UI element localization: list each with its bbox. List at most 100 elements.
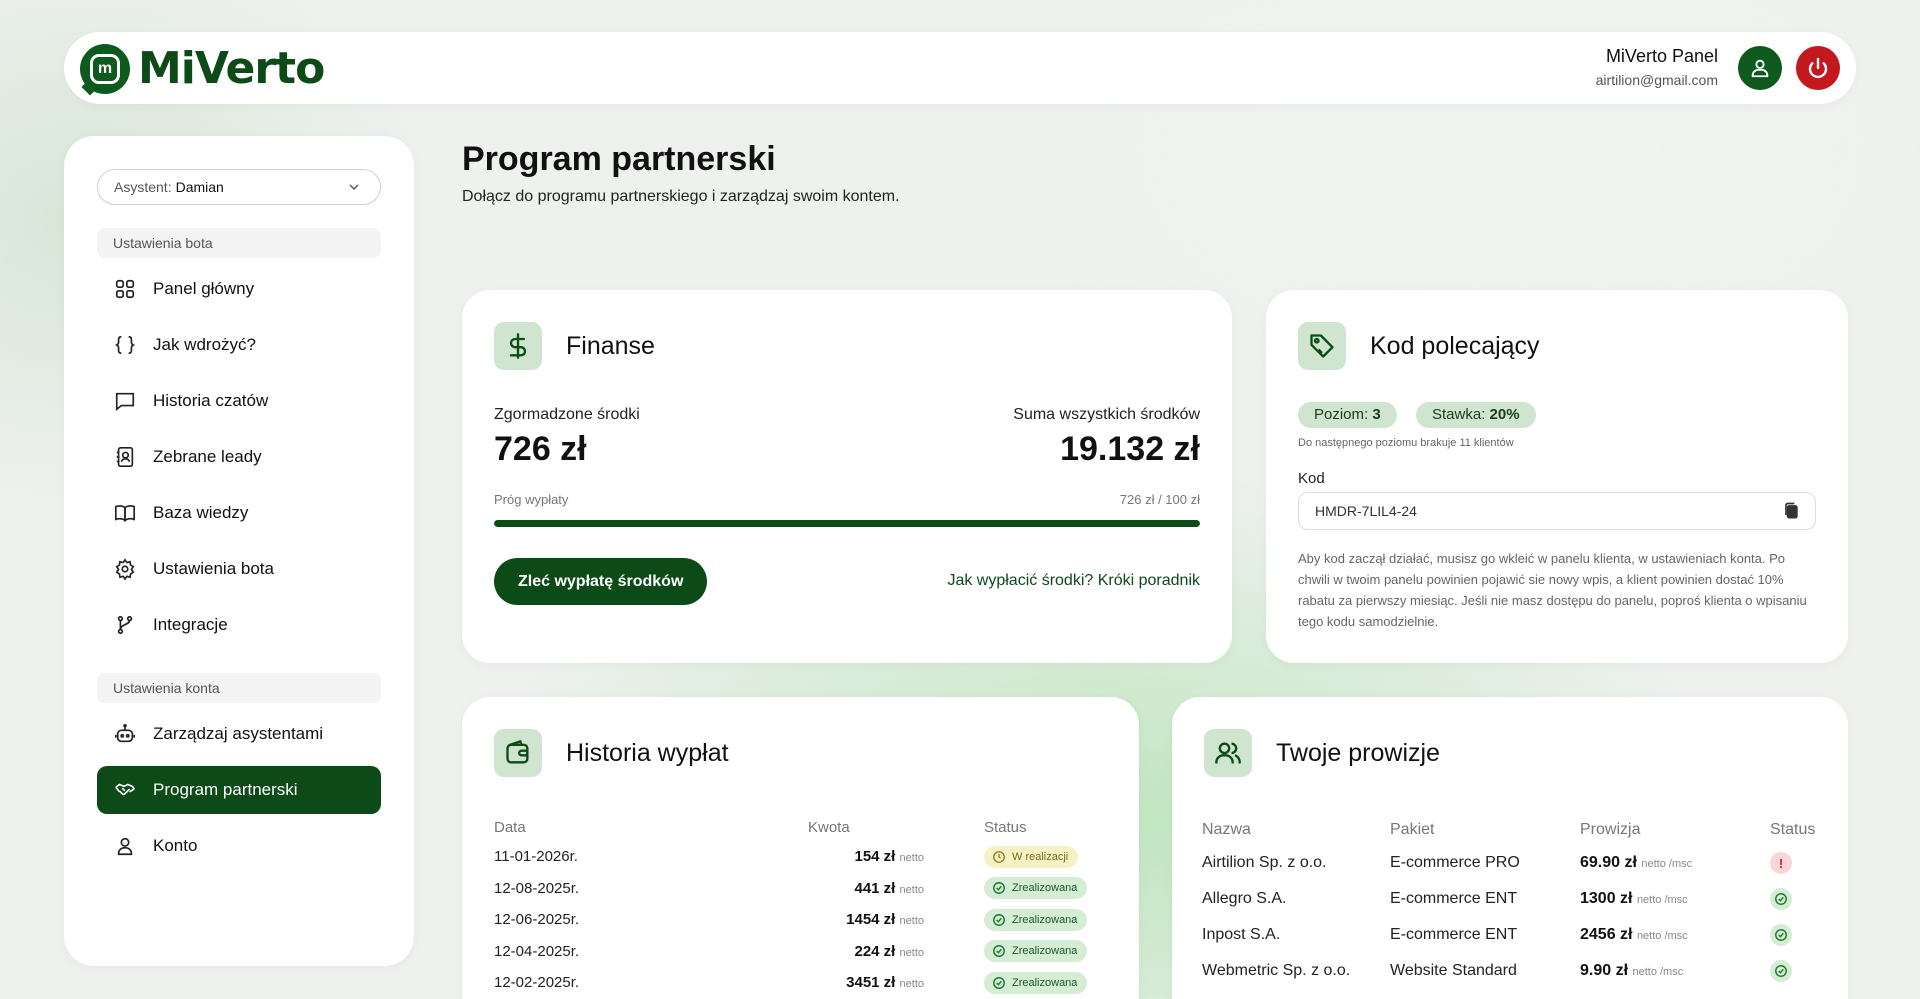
payout-amount: 441 zł netto [784, 873, 984, 905]
client-status [1770, 917, 1832, 953]
column-header: Prowizja [1580, 821, 1641, 838]
branch-icon [113, 613, 137, 637]
logout-button[interactable] [1796, 46, 1840, 90]
profile-button[interactable] [1738, 46, 1782, 90]
page-title: Program partnerski [462, 140, 776, 178]
sidebar-item-account[interactable]: Konto [97, 822, 381, 870]
sidebar-item-label: Integracje [153, 615, 228, 634]
client-name: Webmetric Sp. z o.o. [1202, 962, 1351, 979]
page-subtitle: Dołącz do programu partnerskiego i zarzą… [462, 188, 900, 205]
commissions-card: Twoje prowizje Nazwa Pakiet Prowizja Sta… [1172, 697, 1848, 999]
user-info: MiVerto Panel airtilion@gmail.com [1596, 46, 1718, 88]
rate-label: Stawka: [1432, 406, 1486, 423]
table-row: 12-02-2025r. 3451 zł netto Zrealizowana [494, 967, 1102, 999]
level-value: 3 [1372, 406, 1381, 423]
payout-amount: 1454 zł netto [784, 904, 984, 936]
referral-card: Kod polecający Poziom: 3 Stawka: 20% Do … [1266, 290, 1848, 663]
payout-date: 12-08-2025r. [494, 879, 580, 897]
client-commission: 1300 zł netto /msc [1580, 881, 1770, 917]
user-name: MiVerto Panel [1605, 46, 1718, 66]
amount-value: 224 zł [854, 942, 896, 960]
progress-fill [494, 520, 1200, 527]
handshake-icon [113, 778, 137, 802]
total-label: Suma wszystkich środków [1013, 406, 1200, 423]
payout-date: 12-04-2025r. [494, 942, 580, 960]
column-header: Data [494, 818, 526, 836]
sidebar-item-chat-history[interactable]: Historia czatów [97, 377, 381, 425]
sidebar-item-deploy[interactable]: Jak wdrożyć? [97, 321, 381, 369]
sidebar-item-leads[interactable]: Zebrane leady [97, 433, 381, 481]
column-header: Pakiet [1390, 821, 1435, 838]
payout-amount: 224 zł netto [784, 936, 984, 968]
payout-guide-link[interactable]: Jak wypłacić środki? Króki poradnik [947, 572, 1200, 590]
check-circle-icon [992, 944, 1006, 958]
section-label-bot: Ustawienia bota [97, 228, 381, 258]
sidebar-item-bot-settings[interactable]: Ustawienia bota [97, 545, 381, 593]
sidebar-item-knowledge[interactable]: Baza wiedzy [97, 489, 381, 537]
sidebar-item-dashboard[interactable]: Panel główny [97, 265, 381, 313]
assistant-select-label: Asystent: [114, 179, 172, 195]
dollar-icon [494, 322, 542, 370]
sidebar-item-integrations[interactable]: Integracje [97, 601, 381, 649]
commission-suffix: netto /msc [1636, 930, 1688, 942]
code-description: Aby kod zaczął działać, musisz go wkleić… [1298, 551, 1807, 629]
amount-value: 1454 zł [846, 911, 896, 929]
rate-value: 20% [1489, 406, 1520, 423]
status-badge: Zrealizowana [984, 908, 1088, 931]
card-title: Kod polecający [1370, 332, 1540, 360]
level-badge: Poziom: 3 [1298, 402, 1397, 428]
tag-icon [1298, 322, 1346, 370]
contacts-icon [113, 445, 137, 469]
robot-icon [113, 722, 137, 746]
copy-icon[interactable] [1781, 501, 1801, 521]
assistant-select[interactable]: Asystent: Damian [97, 169, 381, 205]
braces-icon [113, 333, 137, 357]
commission-value: 1300 zł [1580, 890, 1633, 907]
check-circle-icon [992, 913, 1006, 927]
status-text: W realizacji [1012, 850, 1069, 863]
net-label: netto [899, 883, 924, 896]
table-row: Airtilion Sp. z o.o. E-commerce PRO 69.90 … [1202, 845, 1832, 881]
table-row: Webmetric Sp. z o.o. Website Standard 9.90… [1202, 953, 1832, 989]
table-row: 12-08-2025r. 441 zł netto Zrealizowana [494, 873, 1102, 905]
commission-value: 69.90 zł [1580, 854, 1637, 871]
card-title: Twoje prowizje [1276, 739, 1440, 767]
next-level-note: Do następnego poziomu brakuje 11 klientó… [1298, 437, 1514, 449]
sidebar-item-label: Jak wdrożyć? [153, 335, 256, 354]
client-package: E-commerce ENT [1390, 890, 1518, 907]
payout-status: Zrealizowana [984, 904, 1102, 936]
request-payout-button[interactable]: Zleć wypłatę środków [494, 558, 708, 605]
check-circle-icon [992, 881, 1006, 895]
column-header: Status [984, 818, 1027, 836]
referral-code-field[interactable]: HMDR-7LIL4-24 [1298, 492, 1816, 530]
commission-suffix: netto /msc [1641, 858, 1693, 870]
client-package: E-commerce ENT [1390, 926, 1518, 943]
status-text: Zrealizowana [1012, 882, 1078, 895]
sidebar-item-label: Konto [153, 836, 198, 855]
column-header: Kwota [808, 818, 850, 836]
client-package: E-commerce PRO [1390, 854, 1520, 871]
check-circle-icon [1770, 923, 1792, 946]
client-status [1770, 881, 1832, 917]
sidebar-item-manage-assistants[interactable]: Zarządzaj asystentami [97, 710, 381, 758]
logo[interactable]: m MiVerto [80, 43, 325, 94]
sidebar-item-label: Ustawienia bota [153, 559, 274, 578]
wallet-icon [494, 729, 542, 777]
user-icon [113, 834, 137, 858]
rate-badge: Stawka: 20% [1416, 402, 1536, 428]
grid-icon [113, 277, 137, 301]
card-title: Historia wypłat [566, 739, 729, 767]
status-badge: Zrealizowana [984, 940, 1088, 963]
table-header: Nazwa Pakiet Prowizja Status [1202, 815, 1832, 845]
sidebar-item-label: Program partnerski [153, 780, 298, 799]
section-label-account: Ustawienia konta [97, 673, 381, 703]
payout-table: Data Kwota Status 11-01-2026r. 154 zł net… [494, 813, 1102, 999]
collected-label: Zgormadzone środki [494, 406, 640, 423]
code-label: Kod [1298, 470, 1325, 487]
sidebar-item-partner-program[interactable]: Program partnerski [97, 766, 381, 814]
referral-code-value: HMDR-7LIL4-24 [1315, 503, 1417, 519]
chat-icon [113, 389, 137, 413]
user-icon [1751, 59, 1769, 78]
card-title: Finanse [566, 332, 655, 360]
payout-status: W realizacji [984, 841, 1102, 873]
